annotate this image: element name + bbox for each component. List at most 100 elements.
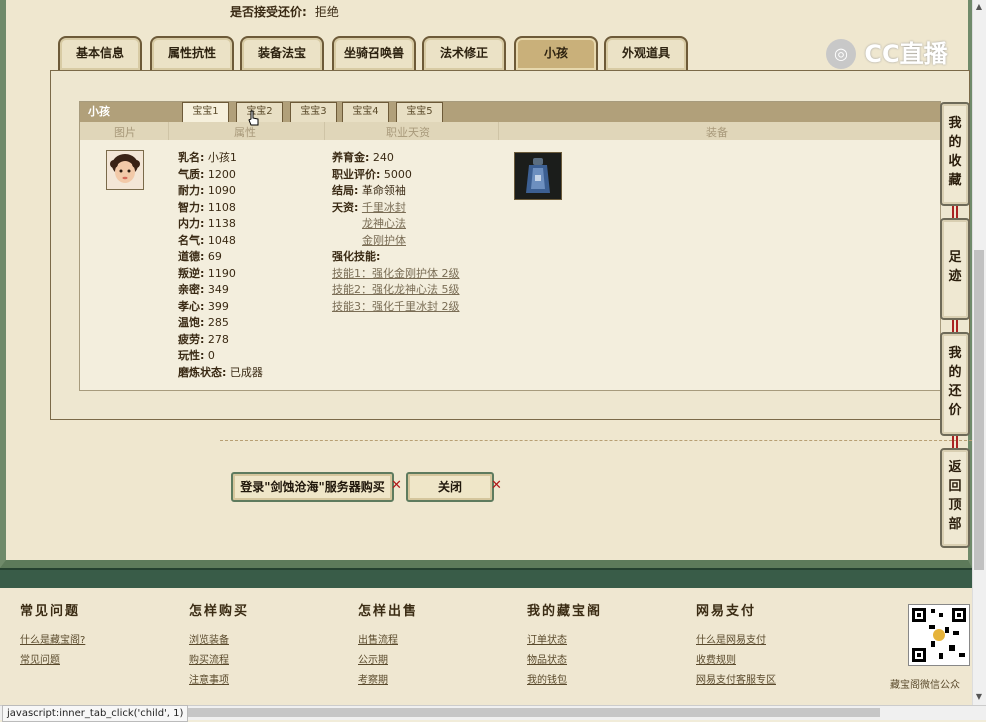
- attr-label: 孝心:: [178, 299, 205, 313]
- attr-value: 278: [207, 332, 229, 346]
- fund-value: 240: [372, 151, 394, 164]
- skills-heading: 强化技能:: [332, 249, 460, 266]
- equipment-item[interactable]: [514, 152, 562, 200]
- attr-value: 1200: [207, 167, 236, 181]
- attr-label: 耐力:: [178, 184, 205, 197]
- footer-link[interactable]: 物品状态: [527, 651, 602, 671]
- footer-link[interactable]: 常见问题: [20, 651, 85, 671]
- skill-row: 技能1：强化金刚护体 2级: [332, 266, 460, 283]
- attr-row: 道德: 69: [178, 249, 263, 266]
- attr-row: 内力: 1138: [178, 216, 263, 233]
- baby-tab-1[interactable]: 宝宝1: [182, 102, 229, 122]
- footer-link[interactable]: 考察期: [358, 671, 418, 691]
- baby-tab-4[interactable]: 宝宝4: [342, 102, 389, 122]
- footer-col-buy: 怎样购买 浏览装备 购买流程 注意事项: [189, 600, 249, 691]
- talent-link[interactable]: 金刚护体: [362, 234, 406, 247]
- footer-heading: 怎样购买: [189, 604, 250, 619]
- footer-link[interactable]: 网易支付客服专区: [696, 671, 776, 691]
- footer-link[interactable]: 什么是藏宝阁?: [20, 631, 85, 651]
- scroll-up-icon[interactable]: ▲: [974, 2, 984, 14]
- attr-row: 玩性: 0: [178, 348, 263, 365]
- footer-col-faq: 常见问题 什么是藏宝阁? 常见问题: [20, 600, 85, 671]
- attr-value: 285: [207, 316, 229, 329]
- tab-attributes[interactable]: 属性抗性: [150, 36, 234, 70]
- attr-value: 69: [207, 250, 222, 263]
- attr-value: 1138: [207, 217, 236, 230]
- status-url: javascript:inner_tab_click('child', 1): [2, 705, 189, 722]
- attr-value: 0: [207, 349, 215, 362]
- scrollbar-thumb[interactable]: [974, 250, 984, 570]
- tab-child[interactable]: 小孩: [514, 36, 598, 70]
- footer-heading: 怎样出售: [358, 604, 419, 619]
- my-counter-offer-button[interactable]: 我的还价: [940, 332, 970, 436]
- rating-label: 职业评价:: [332, 167, 381, 181]
- attr-row: 耐力: 1090: [178, 183, 263, 200]
- logo-text: CC直播: [864, 40, 948, 68]
- col-equip: 装备: [706, 126, 728, 139]
- login-buy-button[interactable]: 登录"剑蚀沧海"服务器购买: [231, 472, 394, 502]
- talent-row: 龙神心法: [332, 216, 460, 233]
- back-to-top-button[interactable]: 返回顶部: [940, 448, 970, 548]
- talent-link[interactable]: 龙神心法: [362, 217, 406, 230]
- footer-link[interactable]: 我的钱包: [527, 671, 602, 691]
- footer-link[interactable]: 收费规则: [696, 651, 776, 671]
- skills-label: 强化技能:: [332, 250, 381, 263]
- attr-label: 名气:: [178, 233, 205, 247]
- footer-link[interactable]: 注意事项: [189, 671, 249, 691]
- skill-row: 技能3：强化千里冰封 2级: [332, 299, 460, 316]
- tab-spell-correction[interactable]: 法术修正: [422, 36, 506, 70]
- attr-value: 399: [207, 299, 229, 313]
- talent-link[interactable]: 千里冰封: [362, 201, 406, 214]
- close-button[interactable]: 关闭: [406, 472, 494, 502]
- baby-tab-3[interactable]: 宝宝3: [290, 102, 337, 122]
- attr-row: 温饱: 285: [178, 315, 263, 332]
- tab-basic-info[interactable]: 基本信息: [58, 36, 142, 70]
- footer-link[interactable]: 出售流程: [358, 631, 418, 651]
- tab-equipment[interactable]: 装备法宝: [240, 36, 324, 70]
- horizontal-scrollbar-thumb[interactable]: [180, 708, 880, 717]
- col-divider: [324, 122, 325, 140]
- attr-value: 1190: [207, 266, 236, 280]
- baby-tab-5[interactable]: 宝宝5: [396, 102, 443, 122]
- attr-label: 内力:: [178, 217, 205, 230]
- attr-label: 温饱:: [178, 316, 205, 329]
- talent-row: 天资: 千里冰封: [332, 200, 460, 217]
- tab-mounts[interactable]: 坐骑召唤兽: [332, 36, 416, 70]
- rating-row: 职业评价: 5000: [332, 167, 460, 184]
- footer-link[interactable]: 浏览装备: [189, 631, 249, 651]
- talent-row: 金刚护体: [332, 233, 460, 250]
- footer-link[interactable]: 什么是网易支付: [696, 631, 776, 651]
- attr-label: 玩性:: [178, 349, 205, 362]
- skill-link[interactable]: 技能1：强化金刚护体 2级: [332, 267, 460, 280]
- wechat-qr-code: [908, 604, 970, 666]
- footer-link[interactable]: 购买流程: [189, 651, 249, 671]
- skill-row: 技能2：强化龙神心法 5级: [332, 282, 460, 299]
- talent-label: 天资:: [332, 200, 359, 214]
- attr-value: 已成器: [229, 365, 263, 379]
- footer-link[interactable]: 公示期: [358, 651, 418, 671]
- skill-link[interactable]: 技能2：强化龙神心法 5级: [332, 283, 460, 296]
- ending-label: 结局:: [332, 184, 359, 197]
- side-button-label: 返回顶部: [948, 460, 962, 532]
- footer-col-sell: 怎样出售 出售流程 公示期 考察期: [358, 600, 418, 691]
- footprint-button[interactable]: 足迹: [940, 218, 970, 320]
- accept-value: 拒绝: [314, 5, 339, 19]
- side-button-label: 我的还价: [948, 346, 962, 418]
- child-portrait: [106, 150, 144, 190]
- my-favorites-button[interactable]: 我的收藏: [940, 102, 970, 206]
- attr-label: 叛逆:: [178, 266, 205, 280]
- qr-caption: 藏宝阁微信公众: [890, 680, 960, 691]
- scroll-down-icon[interactable]: ▼: [974, 692, 984, 704]
- skill-link[interactable]: 技能3：强化千里冰封 2级: [332, 300, 460, 313]
- attr-row: 孝心: 399: [178, 299, 263, 316]
- cc-live-logo: ◎ CC直播: [826, 36, 948, 70]
- close-x-icon: ✕: [391, 478, 402, 493]
- attr-value: 1090: [207, 184, 236, 197]
- armor-icon: [515, 153, 561, 199]
- attr-label: 磨炼状态:: [178, 365, 227, 379]
- footer-col-my: 我的藏宝阁 订单状态 物品状态 我的钱包: [527, 600, 602, 691]
- footer-link[interactable]: 订单状态: [527, 631, 602, 651]
- side-button-label: 我的收藏: [948, 116, 962, 188]
- fund-label: 养育金:: [332, 151, 370, 164]
- tab-appearance[interactable]: 外观道具: [604, 36, 688, 70]
